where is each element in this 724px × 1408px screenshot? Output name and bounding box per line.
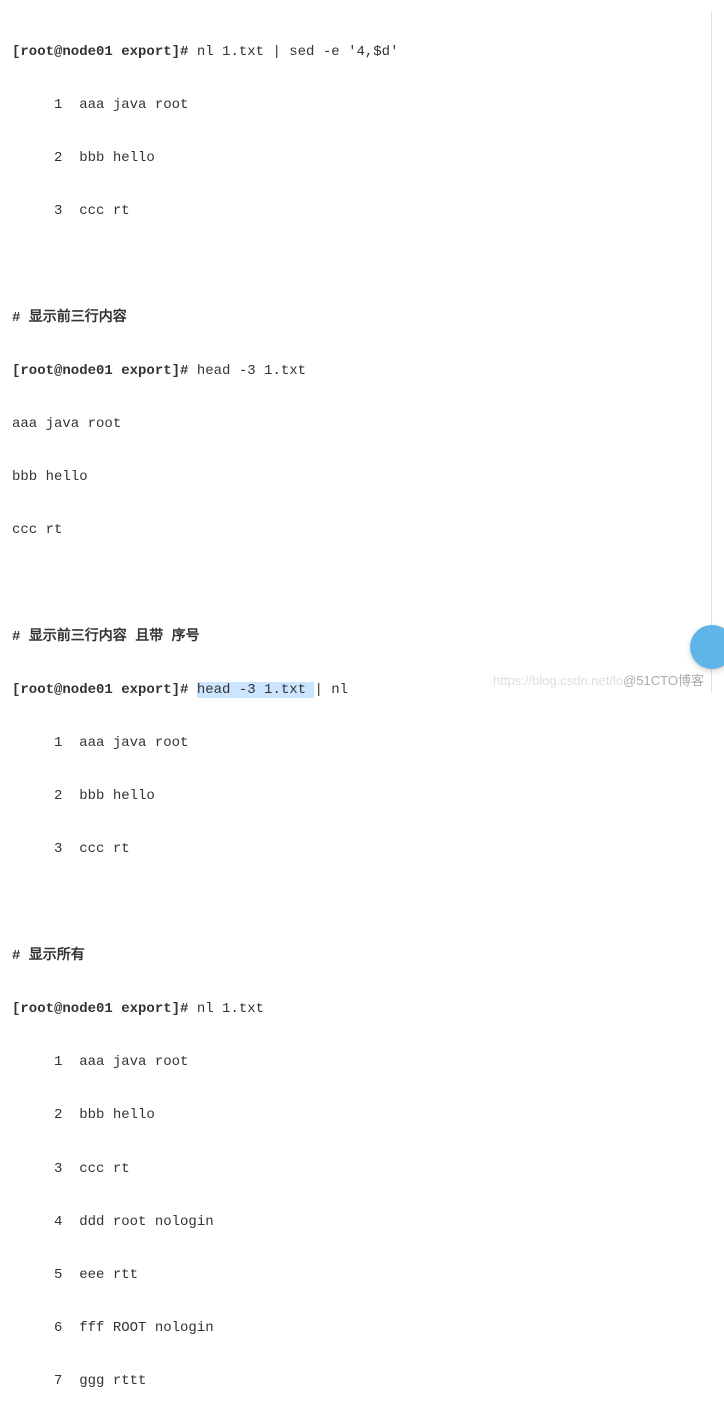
blank-line (12, 570, 691, 597)
cmd-space (188, 682, 196, 698)
output-line: 3 ccc rt (12, 836, 691, 863)
cmd-line-4: [root@node01 export]# nl 1.txt (12, 996, 691, 1023)
watermark: https://blog.csdn.net/lo@51CTO博客 (493, 669, 704, 694)
output-line: 1 aaa java root (12, 730, 691, 757)
prompt: [root@node01 export]# (12, 682, 188, 698)
terminal-output: [root@node01 export]# nl 1.txt | sed -e … (12, 12, 712, 692)
output-line: 6 fff ROOT nologin (12, 1315, 691, 1342)
comment-line: # 显示前三行内容 (12, 305, 691, 332)
cmd-rest: | nl (314, 682, 348, 698)
watermark-site: @51CTO博客 (623, 673, 704, 688)
output-line: 2 bbb hello (12, 783, 691, 810)
output-line: 7 ggg rttt (12, 1368, 691, 1395)
output-line: 3 ccc rt (12, 1156, 691, 1183)
blank-line (12, 251, 691, 278)
cmd-line-1: [root@node01 export]# nl 1.txt | sed -e … (12, 39, 691, 66)
prompt: [root@node01 export]# (12, 1001, 188, 1017)
comment-line: # 显示前三行内容 且带 序号 (12, 624, 691, 651)
output-line: aaa java root (12, 411, 691, 438)
output-line: 2 bbb hello (12, 1102, 691, 1129)
output-line: 1 aaa java root (12, 1049, 691, 1076)
prompt: [root@node01 export]# (12, 363, 188, 379)
output-line: 2 bbb hello (12, 145, 691, 172)
cmd-text: nl 1.txt (188, 1001, 264, 1017)
cmd-highlighted: head -3 1.txt (197, 682, 315, 698)
cmd-text: nl 1.txt | sed -e '4,$d' (188, 44, 398, 60)
watermark-url: https://blog.csdn.net/lo (493, 673, 623, 688)
comment-line: # 显示所有 (12, 943, 691, 970)
blank-line (12, 890, 691, 917)
output-line: ccc rt (12, 517, 691, 544)
cmd-text: head -3 1.txt (188, 363, 306, 379)
prompt: [root@node01 export]# (12, 44, 188, 60)
output-line: 4 ddd root nologin (12, 1209, 691, 1236)
output-line: 1 aaa java root (12, 92, 691, 119)
cmd-line-2: [root@node01 export]# head -3 1.txt (12, 358, 691, 385)
output-line: 5 eee rtt (12, 1262, 691, 1289)
output-line: 3 ccc rt (12, 198, 691, 225)
output-line: bbb hello (12, 464, 691, 491)
